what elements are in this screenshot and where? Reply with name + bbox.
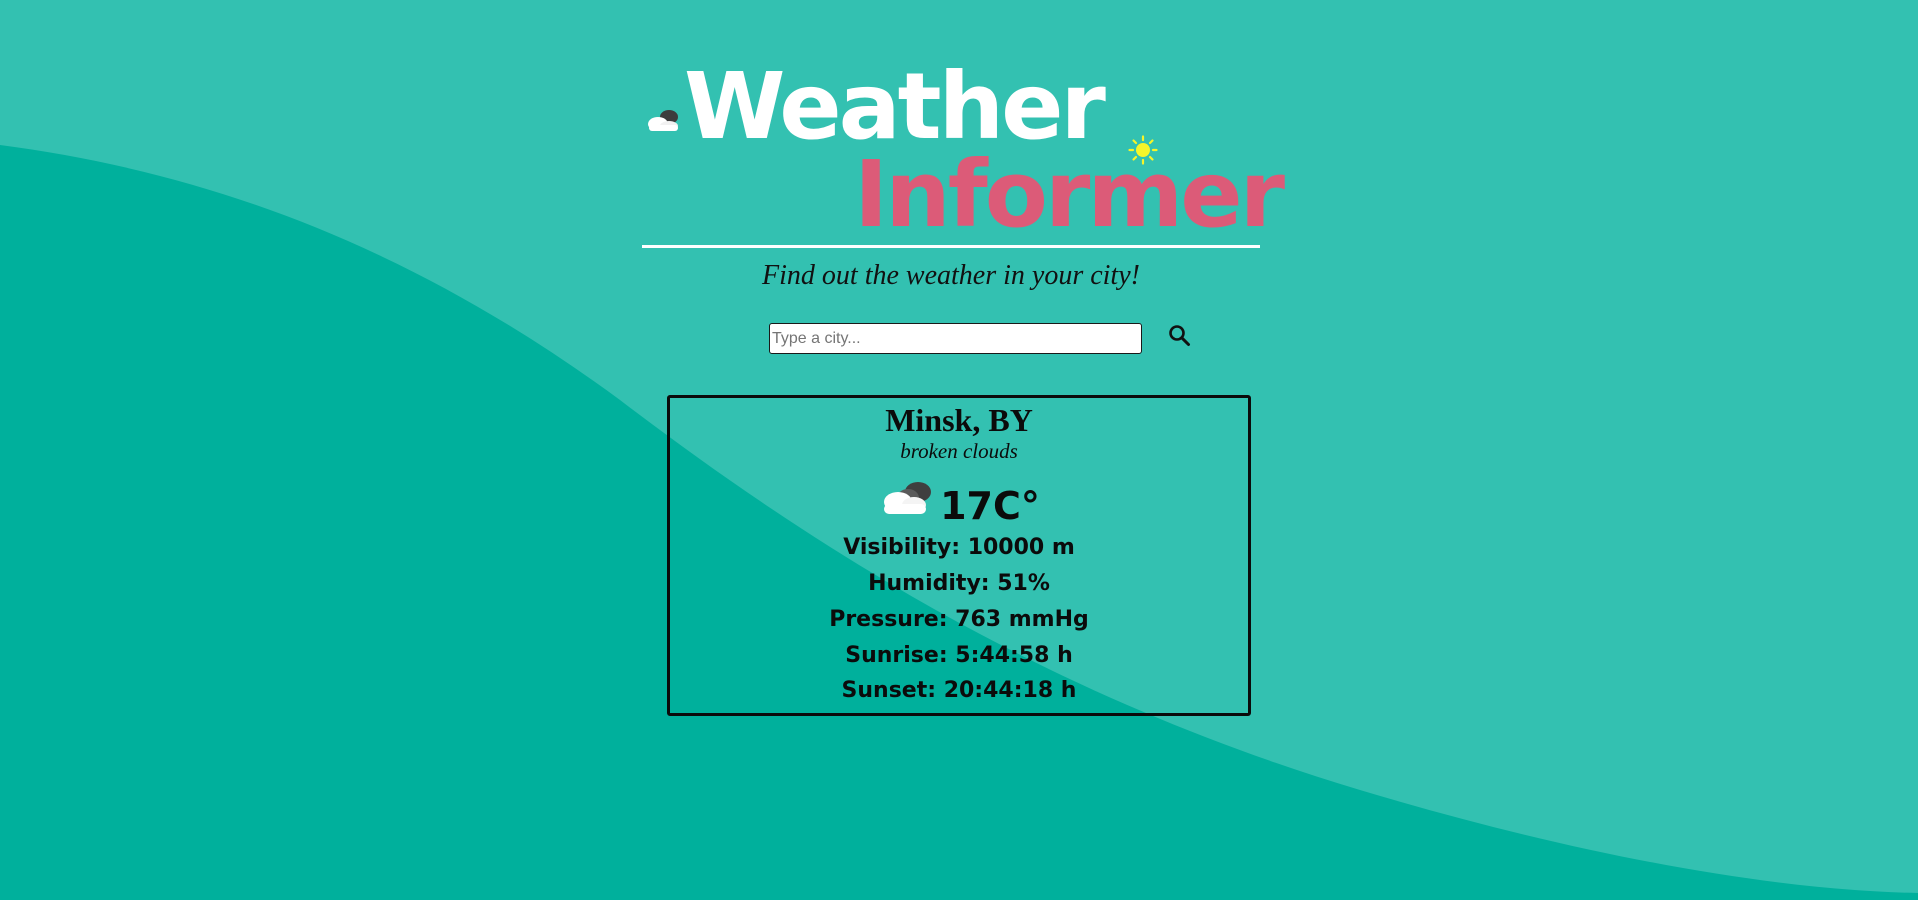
weather-card: Minsk, BY broken clouds 17C° Visibility:… <box>667 395 1251 716</box>
app-logo: Weather Informer <box>642 52 1285 252</box>
cloud-icon <box>648 110 678 131</box>
weather-description: broken clouds <box>900 439 1018 463</box>
pressure: Pressure: 763 mmHg <box>829 607 1089 632</box>
sunset: Sunset: 20:44:18 h <box>841 678 1077 703</box>
broken-clouds-icon <box>884 482 932 514</box>
page-content: Weather Informer Find out the weather in… <box>0 0 1918 900</box>
sunrise: Sunrise: 5:44:58 h <box>845 643 1073 668</box>
search-button[interactable] <box>1164 321 1196 353</box>
title-informer: Informer <box>854 141 1285 248</box>
page-subtitle: Find out the weather in your city! <box>762 260 1140 291</box>
humidity: Humidity: 51% <box>868 571 1050 596</box>
title-underline <box>642 245 1260 248</box>
visibility: Visibility: 10000 m <box>843 535 1075 560</box>
search-icon <box>1169 325 1190 346</box>
temperature-row: 17C° <box>670 474 1248 530</box>
city-search-input[interactable] <box>769 323 1142 354</box>
city-name: Minsk, BY <box>885 402 1033 438</box>
temperature: 17C° <box>940 484 1040 528</box>
